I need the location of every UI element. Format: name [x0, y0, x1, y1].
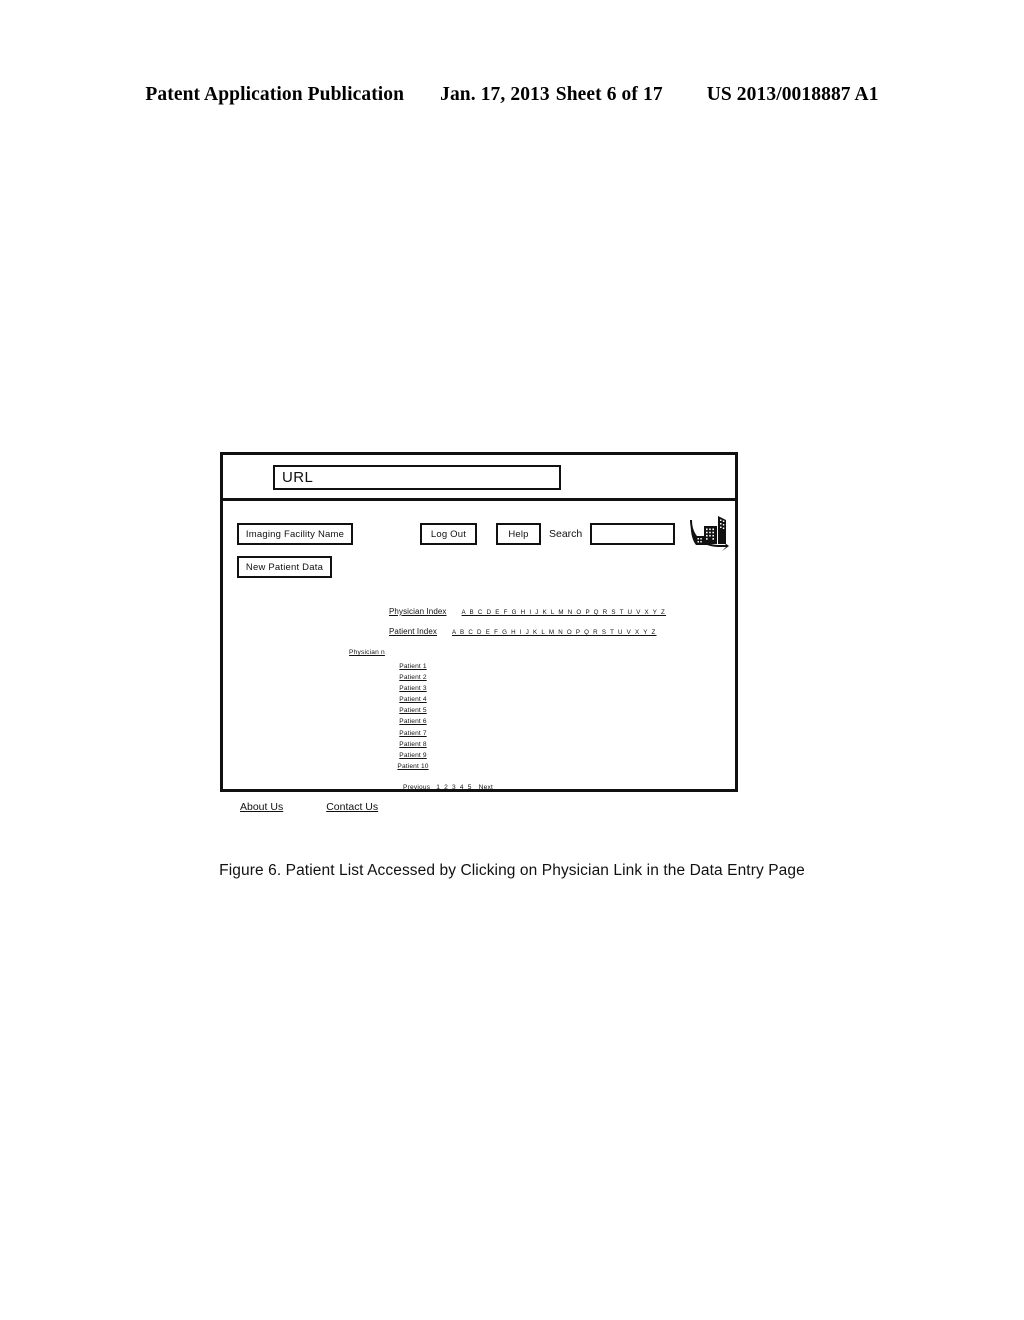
pagination-page-3[interactable]: 3 — [452, 784, 456, 791]
imaging-facility-name-button[interactable]: Imaging Facility Name — [237, 523, 353, 545]
about-us-link[interactable]: About Us — [240, 801, 283, 813]
physician-index-link[interactable]: Physician Index — [389, 607, 447, 616]
physician-heading-link[interactable]: Physician n — [349, 649, 385, 656]
footer-links: About Us Contact Us — [240, 801, 378, 813]
patient-list: Patient 1 Patient 2 Patient 3 Patient 4 … — [375, 661, 451, 772]
list-item[interactable]: Patient 2 — [375, 672, 451, 683]
list-item[interactable]: Patient 10 — [375, 761, 451, 772]
patient-link[interactable]: Patient 2 — [399, 674, 426, 681]
search-label: Search — [549, 528, 583, 540]
patient-index-alphabet[interactable]: A B C D E F G H I J K L M N O P Q R S T … — [452, 629, 657, 636]
list-item[interactable]: Patient 5 — [375, 705, 451, 716]
patient-link[interactable]: Patient 3 — [399, 685, 426, 692]
list-item[interactable]: Patient 9 — [375, 750, 451, 761]
pagination: Previous 1 2 3 4 5 Next — [403, 784, 493, 791]
pagination-page-2[interactable]: 2 — [444, 784, 448, 791]
help-button[interactable]: Help — [496, 523, 541, 545]
pagination-page-4[interactable]: 4 — [460, 784, 464, 791]
url-input[interactable]: URL — [273, 465, 561, 490]
physician-index-alphabet[interactable]: A B C D E F G H I J K L M N O P Q R S T … — [462, 609, 667, 616]
patent-header-publication-number: US 2013/0018887 A1 — [706, 84, 879, 105]
figure-caption: Figure 6. Patient List Accessed by Click… — [219, 862, 805, 879]
browser-address-bar-region: URL — [223, 455, 735, 501]
log-out-button[interactable]: Log Out — [420, 523, 477, 545]
pagination-page-5[interactable]: 5 — [468, 784, 472, 791]
new-patient-data-button[interactable]: New Patient Data — [237, 556, 332, 578]
patent-header-sheet: Sheet 6 of 17 — [555, 84, 663, 105]
patent-header-date: Jan. 17, 2013 — [440, 84, 550, 105]
list-item[interactable]: Patient 6 — [375, 716, 451, 727]
imaging-facility-logo-icon — [690, 516, 729, 551]
pagination-next[interactable]: Next — [479, 784, 493, 791]
list-item[interactable]: Patient 7 — [375, 728, 451, 739]
list-item[interactable]: Patient 8 — [375, 739, 451, 750]
patient-link[interactable]: Patient 10 — [397, 763, 428, 770]
pagination-page-1[interactable]: 1 — [436, 784, 440, 791]
list-item[interactable]: Patient 1 — [375, 661, 451, 672]
list-item[interactable]: Patient 3 — [375, 683, 451, 694]
browser-window-mockup: URL Imaging Facility Name New Patient Da… — [220, 452, 738, 813]
physician-index-row: Physician Index A B C D E F G H I J K L … — [389, 607, 666, 616]
pagination-previous[interactable]: Previous — [403, 784, 430, 791]
patient-link[interactable]: Patient 5 — [399, 707, 426, 714]
patient-index-row: Patient Index A B C D E F G H I J K L M … — [389, 627, 657, 636]
patient-link[interactable]: Patient 7 — [399, 730, 426, 737]
patient-link[interactable]: Patient 6 — [399, 718, 426, 725]
patient-link[interactable]: Patient 1 — [399, 663, 426, 670]
search-input[interactable] — [590, 523, 675, 545]
patient-link[interactable]: Patient 8 — [399, 741, 426, 748]
page-content-region: Imaging Facility Name New Patient Data L… — [223, 501, 735, 813]
patient-link[interactable]: Patient 9 — [399, 752, 426, 759]
patient-link[interactable]: Patient 4 — [399, 696, 426, 703]
contact-us-link[interactable]: Contact Us — [326, 801, 378, 813]
patent-header-title: Patent Application Publication — [145, 84, 405, 105]
patient-index-link[interactable]: Patient Index — [389, 627, 437, 636]
list-item[interactable]: Patient 4 — [375, 694, 451, 705]
patent-page-header: Patent Application Publication Jan. 17, … — [0, 84, 1024, 106]
